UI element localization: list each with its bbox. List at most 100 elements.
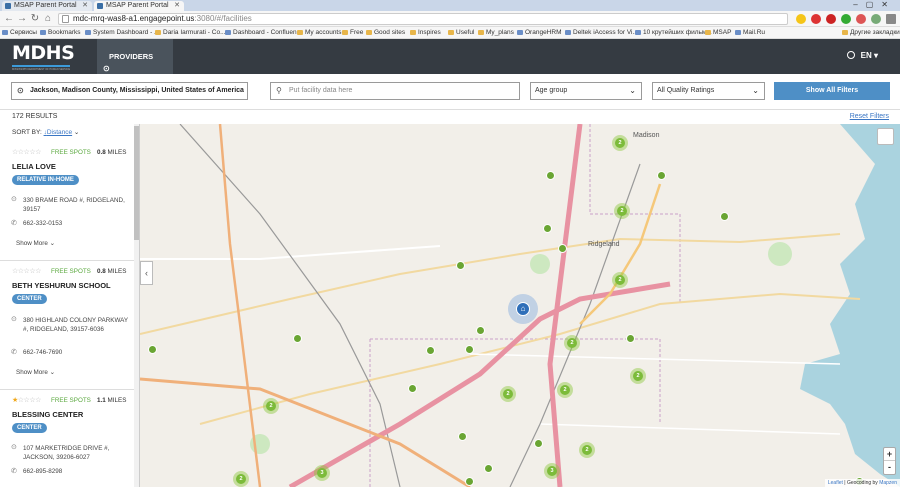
map-layer-button[interactable] <box>877 128 894 145</box>
facility-name[interactable]: BLESSING CENTER <box>12 410 83 419</box>
browser-tab-active[interactable]: MSAP Parent Portal ✕ <box>94 1 184 11</box>
facility-marker[interactable] <box>543 224 552 233</box>
logo-subtitle: MISSISSIPPI DEPARTMENT OF HUMAN SERVICES <box>12 68 70 71</box>
facility-cluster[interactable]: 2 <box>612 272 628 288</box>
extension-icon[interactable] <box>856 14 866 24</box>
distance-value: 1.1 <box>97 397 106 404</box>
distance-unit: MILES <box>107 149 127 156</box>
leaflet-link[interactable]: Leaflet <box>828 480 843 486</box>
star-icon[interactable] <box>796 14 806 24</box>
facility-name[interactable]: BETH YESHURUN SCHOOL <box>12 281 111 290</box>
menu-icon[interactable] <box>886 14 896 24</box>
age-group-value: Age group <box>535 87 568 94</box>
free-spots-label: FREE SPOTS <box>51 397 91 404</box>
facility-marker[interactable] <box>458 432 467 441</box>
url-host: mdc-mrq-was8-a1.engagepoint.us <box>73 14 195 23</box>
collapse-sidebar-button[interactable]: ‹ <box>140 261 153 285</box>
forward-icon[interactable]: → <box>17 13 27 25</box>
facility-cluster[interactable]: 2 <box>612 135 628 151</box>
facility-marker[interactable] <box>546 171 555 180</box>
facility-cluster[interactable]: 2 <box>630 368 646 384</box>
bookmark-item[interactable]: Bookmarks <box>40 27 81 38</box>
bookmark-item[interactable]: Inspires <box>410 27 441 38</box>
age-group-select[interactable]: Age group ⌄ <box>530 82 642 100</box>
facility-search-input[interactable]: ⚲ Put facility data here <box>270 82 520 100</box>
location-value: Jackson, Madison County, Mississippi, Un… <box>30 87 244 94</box>
language-selector[interactable]: EN ▾ <box>846 51 878 60</box>
bookmark-item[interactable]: Dashboard - Confluen... <box>225 27 302 38</box>
facility-cluster[interactable]: 2 <box>557 382 573 398</box>
bookmark-item[interactable]: Другие закладки <box>842 27 900 38</box>
mdhs-logo[interactable]: MDHS <box>12 42 75 64</box>
bookmark-item[interactable]: 10 крутейших фильм... <box>635 27 712 38</box>
bookmark-item[interactable]: OrangeHRM <box>517 27 561 38</box>
mapzen-link[interactable]: Mapzen <box>879 480 897 486</box>
bookmark-item[interactable]: Daria Iarmurati - Co... <box>155 27 226 38</box>
facility-cluster[interactable]: 2 <box>233 471 249 487</box>
bookmark-item[interactable]: Mail.Ru <box>735 27 765 38</box>
bookmark-item[interactable]: System Dashboard - ... <box>85 27 159 38</box>
facility-cluster[interactable]: 2 <box>500 386 516 402</box>
facility-marker[interactable] <box>484 464 493 473</box>
location-input[interactable]: ⊙ Jackson, Madison County, Mississippi, … <box>11 82 248 100</box>
facility-cluster[interactable]: 2 <box>614 203 630 219</box>
bookmark-item[interactable]: My accounts <box>297 27 342 38</box>
facility-marker[interactable] <box>657 171 666 180</box>
facility-marker[interactable] <box>465 345 474 354</box>
bookmark-item[interactable]: Free <box>342 27 363 38</box>
facility-marker[interactable] <box>720 212 729 221</box>
map-view[interactable]: Madison Ridgeland 2 2 2 2 2 2 2 2 2 2 3 … <box>140 124 900 487</box>
facility-name[interactable]: LELIA LOVE <box>12 162 56 171</box>
quality-rating-select[interactable]: All Quality Ratings ⌄ <box>652 82 765 100</box>
close-icon[interactable]: ✕ <box>174 1 180 11</box>
facility-marker[interactable] <box>148 345 157 354</box>
facility-cluster[interactable]: 2 <box>263 398 279 414</box>
facility-cluster[interactable]: 2 <box>579 442 595 458</box>
show-all-filters-button[interactable]: Show All Filters <box>774 82 890 100</box>
reset-filters-link[interactable]: Reset Filters <box>850 110 889 124</box>
close-icon[interactable]: ✕ <box>82 1 88 11</box>
facility-phone[interactable]: 662-895-8298 <box>23 468 62 475</box>
facility-marker[interactable] <box>626 334 635 343</box>
facility-marker[interactable] <box>426 346 435 355</box>
facility-marker[interactable] <box>558 244 567 253</box>
facility-cluster[interactable]: 3 <box>314 465 330 481</box>
sort-by-distance-link[interactable]: ↓Distance <box>44 129 73 136</box>
facility-marker[interactable] <box>456 261 465 270</box>
distance-unit: MILES <box>107 268 127 275</box>
facility-address: 107 MARKETRIDGE DRIVE #, JACKSON, 39206-… <box>23 445 110 461</box>
bookmark-item[interactable]: MSAP <box>705 27 731 38</box>
bookmark-item[interactable]: Useful <box>448 27 474 38</box>
park-area <box>530 254 550 274</box>
nav-providers[interactable]: ⊙ PROVIDERS <box>97 39 173 74</box>
facility-phone[interactable]: 662-332-0153 <box>23 220 62 227</box>
window-controls[interactable]: –▢✕ <box>853 0 896 9</box>
show-more-link[interactable]: Show More ⌄ <box>16 369 55 376</box>
back-icon[interactable]: ← <box>4 13 14 25</box>
location-pin-icon: ⊙ <box>17 86 24 95</box>
facility-marker[interactable] <box>408 384 417 393</box>
search-location-marker[interactable]: ⌂ <box>508 294 538 324</box>
facility-marker[interactable] <box>293 334 302 343</box>
show-more-link[interactable]: Show More ⌄ <box>16 240 55 247</box>
bookmark-item[interactable]: My_plans <box>478 27 514 38</box>
facility-cluster[interactable]: 3 <box>544 463 560 479</box>
zoom-in-button[interactable]: + <box>884 448 895 461</box>
extension-icon[interactable] <box>841 14 851 24</box>
home-icon[interactable]: ⌂ <box>43 13 53 25</box>
extension-icon[interactable] <box>871 14 881 24</box>
facility-marker[interactable] <box>476 326 485 335</box>
extension-icon[interactable] <box>826 14 836 24</box>
bookmark-item[interactable]: Deltek iAccess for Vi... <box>565 27 638 38</box>
bookmark-item[interactable]: Сервисы <box>2 27 37 38</box>
reload-icon[interactable]: ↻ <box>30 13 40 25</box>
facility-marker[interactable] <box>534 439 543 448</box>
url-input[interactable]: mdc-mrq-was8-a1.engagepoint.us:3080/#/fa… <box>58 13 788 25</box>
facility-marker[interactable] <box>465 477 474 486</box>
extension-icon[interactable] <box>811 14 821 24</box>
zoom-out-button[interactable]: - <box>888 462 891 472</box>
facility-cluster[interactable]: 2 <box>564 335 580 351</box>
browser-tab[interactable]: MSAP Parent Portal ✕ <box>2 1 92 11</box>
facility-phone[interactable]: 662-746-7690 <box>23 349 62 356</box>
bookmark-item[interactable]: Good sites <box>366 27 405 38</box>
